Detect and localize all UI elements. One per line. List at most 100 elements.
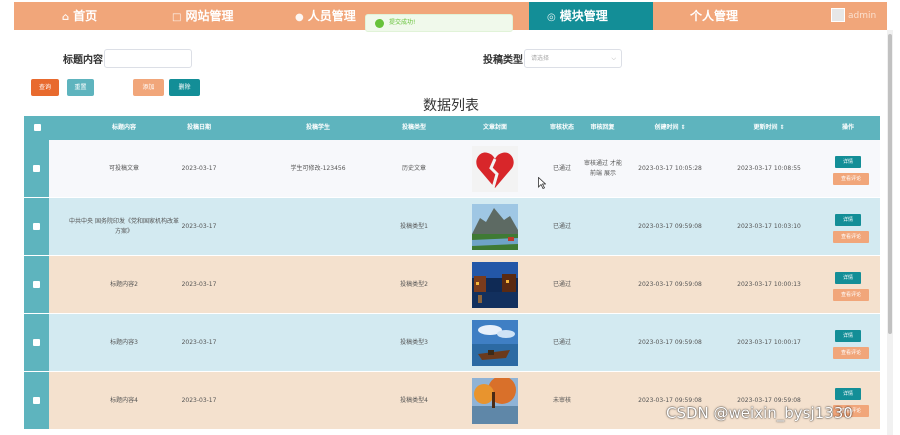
column-header: 文章封面 xyxy=(482,124,507,131)
row-check-column xyxy=(24,314,49,371)
detail-button[interactable]: 详情 xyxy=(835,272,861,284)
select-all-checkbox[interactable] xyxy=(34,124,41,131)
cell-status: 已通过 xyxy=(552,280,571,288)
cell-updated: 2023-03-17 10:08:55 xyxy=(737,164,801,172)
cell-status: 已通过 xyxy=(552,338,571,346)
column-header: 标题内容 xyxy=(111,124,136,131)
cell-created: 2023-03-17 09:59:08 xyxy=(638,280,702,288)
mouse-cursor-icon xyxy=(538,177,546,189)
home-icon: ⌂ xyxy=(62,12,70,23)
column-header: 投稿学生 xyxy=(305,124,330,131)
detail-button[interactable]: 详情 xyxy=(835,156,861,168)
watermark: CSDN @weixin_bysj1330 xyxy=(666,404,853,422)
nav-item-website[interactable]: □ 网站管理 xyxy=(172,2,233,30)
table-row[interactable]: 中共中央 国务院印发《党和国家机构改革方案》 2023-03-17 投稿类型1 … xyxy=(24,198,880,255)
table-row[interactable]: 标题内容2 2023-03-17 投稿类型2 已通过 2023-03-17 09… xyxy=(24,256,880,313)
cell-type: 投稿类型1 xyxy=(400,222,428,230)
row-check-column xyxy=(24,256,49,313)
detail-button[interactable]: 详情 xyxy=(835,214,861,226)
chevron-down-icon: ⌵ xyxy=(611,55,616,62)
cell-updated: 2023-03-17 10:00:17 xyxy=(737,338,801,346)
cell-status: 已通过 xyxy=(552,164,571,172)
row-checkbox[interactable] xyxy=(33,165,40,172)
add-button[interactable]: 添加 xyxy=(133,79,164,96)
detail-button[interactable]: 详情 xyxy=(835,330,861,342)
nav-item-label: 首页 xyxy=(73,9,98,23)
list-title: 数据列表 xyxy=(423,98,479,114)
avatar[interactable] xyxy=(831,8,845,22)
nav-item-label: 人员管理 xyxy=(307,9,356,23)
cell-created: 2023-03-17 10:05:28 xyxy=(638,164,702,172)
column-header: 投稿日期 xyxy=(186,124,211,131)
cell-student xyxy=(258,372,378,429)
cell-type: 投稿类型4 xyxy=(400,396,428,404)
cell-created: 2023-03-17 09:59:08 xyxy=(638,338,702,346)
success-toast: 提交成功! xyxy=(365,14,513,32)
cell-type: 投稿类型3 xyxy=(400,338,428,346)
delete-button[interactable]: 删除 xyxy=(169,79,200,96)
cell-date: 2023-03-17 xyxy=(181,222,217,230)
title-search-input[interactable] xyxy=(104,49,192,68)
table-header: 标题内容 投稿日期 投稿学生 投稿类型 文章封面 审核状态 审核回复 创建时间 … xyxy=(24,116,880,140)
website-icon: □ xyxy=(172,12,182,23)
cover-image xyxy=(472,146,518,192)
row-check-column xyxy=(24,198,49,255)
cell-reply xyxy=(584,314,622,371)
nav-item-label: 个人管理 xyxy=(690,9,739,23)
table-row[interactable]: 可投稿文章 2023-03-17 学生可修改-123456 历史文章 已通过 审… xyxy=(24,140,880,197)
person-icon: ● xyxy=(295,12,304,23)
cell-reply xyxy=(584,256,622,313)
detail-button[interactable]: 详情 xyxy=(835,388,861,400)
row-checkbox[interactable] xyxy=(33,223,40,230)
column-header-sortable[interactable]: 更新时间 ⇕ xyxy=(729,116,809,140)
type-select-placeholder: 请选择 xyxy=(531,55,550,62)
data-table: 标题内容 投稿日期 投稿学生 投稿类型 文章封面 审核状态 审核回复 创建时间 … xyxy=(24,116,880,435)
table-row[interactable]: 标题内容3 2023-03-17 投稿类型3 已通过 2023-03-17 09… xyxy=(24,314,880,371)
cell-status: 已通过 xyxy=(552,222,571,230)
cell-reply xyxy=(584,372,622,429)
view-comments-button[interactable]: 查看评论 xyxy=(833,289,869,301)
column-header: 投稿类型 xyxy=(401,124,426,131)
cell-reply: 审核通过 才能前端 展示 xyxy=(584,159,622,177)
row-checkbox[interactable] xyxy=(33,397,40,404)
query-button[interactable]: 查询 xyxy=(31,79,59,96)
row-checkbox[interactable] xyxy=(33,281,40,288)
cell-reply xyxy=(584,198,622,255)
nav-item-personnel[interactable]: ● 人员管理 xyxy=(295,2,356,30)
row-check-column xyxy=(24,140,49,197)
type-select[interactable]: 请选择 ⌵ xyxy=(524,49,622,68)
row-checkbox[interactable] xyxy=(33,339,40,346)
cell-date: 2023-03-17 xyxy=(181,338,217,346)
cover-image xyxy=(472,262,518,308)
nav-username[interactable]: admin xyxy=(848,2,876,30)
reset-button[interactable]: 重置 xyxy=(67,79,94,96)
cover-image xyxy=(472,204,518,250)
module-icon: ◎ xyxy=(547,12,556,23)
nav-item-module[interactable]: ◎ 模块管理 xyxy=(547,2,608,30)
nav-item-personal[interactable]: 个人管理 xyxy=(690,2,738,30)
toast-text: 提交成功! xyxy=(389,19,416,26)
cell-status: 未审核 xyxy=(552,396,571,404)
cell-date: 2023-03-17 xyxy=(181,396,217,404)
row-check-column xyxy=(24,372,49,429)
cell-type: 投稿类型2 xyxy=(400,280,428,288)
scrollbar-thumb[interactable] xyxy=(888,34,892,334)
view-comments-button[interactable]: 查看评论 xyxy=(833,347,869,359)
cell-date: 2023-03-17 xyxy=(181,164,217,172)
view-comments-button[interactable]: 查看评论 xyxy=(833,231,869,243)
title-search-label: 标题内容 xyxy=(63,55,103,66)
nav-item-label: 网站管理 xyxy=(185,9,234,23)
view-comments-button[interactable]: 查看评论 xyxy=(833,173,869,185)
column-header: 审核回复 xyxy=(590,124,615,131)
cell-student xyxy=(258,198,378,255)
cell-student xyxy=(258,314,378,371)
nav-item-home[interactable]: ⌂ 首页 xyxy=(62,2,97,30)
column-header-sortable[interactable]: 创建时间 ⇕ xyxy=(630,116,710,140)
column-header: 审核状态 xyxy=(549,124,574,131)
cell-date: 2023-03-17 xyxy=(181,280,217,288)
column-header: 操作 xyxy=(841,124,854,131)
nav-item-label: 模块管理 xyxy=(559,9,608,23)
cell-student xyxy=(258,256,378,313)
success-check-icon xyxy=(375,19,384,28)
cover-image xyxy=(472,378,518,424)
